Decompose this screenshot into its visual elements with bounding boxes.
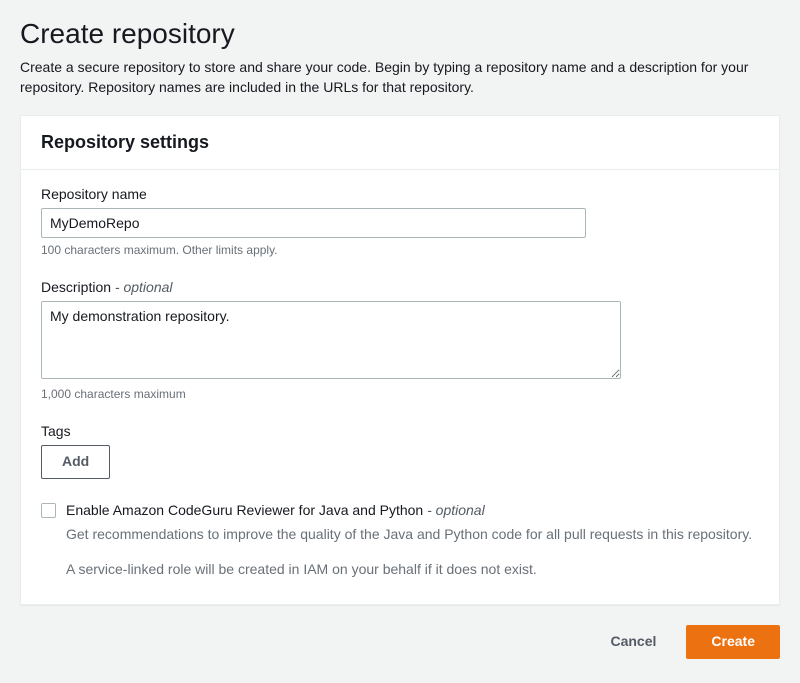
add-tag-button[interactable]: Add	[41, 445, 110, 479]
codeguru-checkbox[interactable]	[41, 503, 56, 518]
panel-body: Repository name 100 characters maximum. …	[21, 170, 779, 604]
description-label: Description - optional	[41, 279, 759, 295]
codeguru-label-text: Enable Amazon CodeGuru Reviewer for Java…	[66, 502, 423, 518]
create-button[interactable]: Create	[686, 625, 780, 659]
codeguru-content: Enable Amazon CodeGuru Reviewer for Java…	[66, 501, 759, 581]
repo-name-hint: 100 characters maximum. Other limits app…	[41, 243, 759, 257]
panel-header: Repository settings	[21, 116, 779, 170]
repo-name-group: Repository name 100 characters maximum. …	[41, 186, 759, 257]
description-label-text: Description	[41, 279, 111, 295]
description-hint: 1,000 characters maximum	[41, 387, 759, 401]
cancel-button[interactable]: Cancel	[590, 626, 676, 658]
page-title: Create repository	[20, 18, 780, 50]
description-group: Description - optional 1,000 characters …	[41, 279, 759, 401]
footer-actions: Cancel Create	[20, 625, 780, 659]
codeguru-row: Enable Amazon CodeGuru Reviewer for Java…	[41, 501, 759, 581]
description-optional: - optional	[111, 279, 172, 295]
codeguru-optional: - optional	[423, 502, 484, 518]
repo-name-label: Repository name	[41, 186, 759, 202]
settings-panel: Repository settings Repository name 100 …	[20, 115, 780, 605]
page-description: Create a secure repository to store and …	[20, 58, 780, 97]
codeguru-label: Enable Amazon CodeGuru Reviewer for Java…	[66, 501, 759, 521]
tags-label: Tags	[41, 423, 759, 439]
description-textarea[interactable]	[41, 301, 621, 379]
tags-group: Tags Add	[41, 423, 759, 479]
codeguru-description: Get recommendations to improve the quali…	[66, 524, 759, 545]
repo-name-input[interactable]	[41, 208, 586, 238]
codeguru-note: A service-linked role will be created in…	[66, 559, 759, 580]
panel-title: Repository settings	[41, 132, 759, 153]
